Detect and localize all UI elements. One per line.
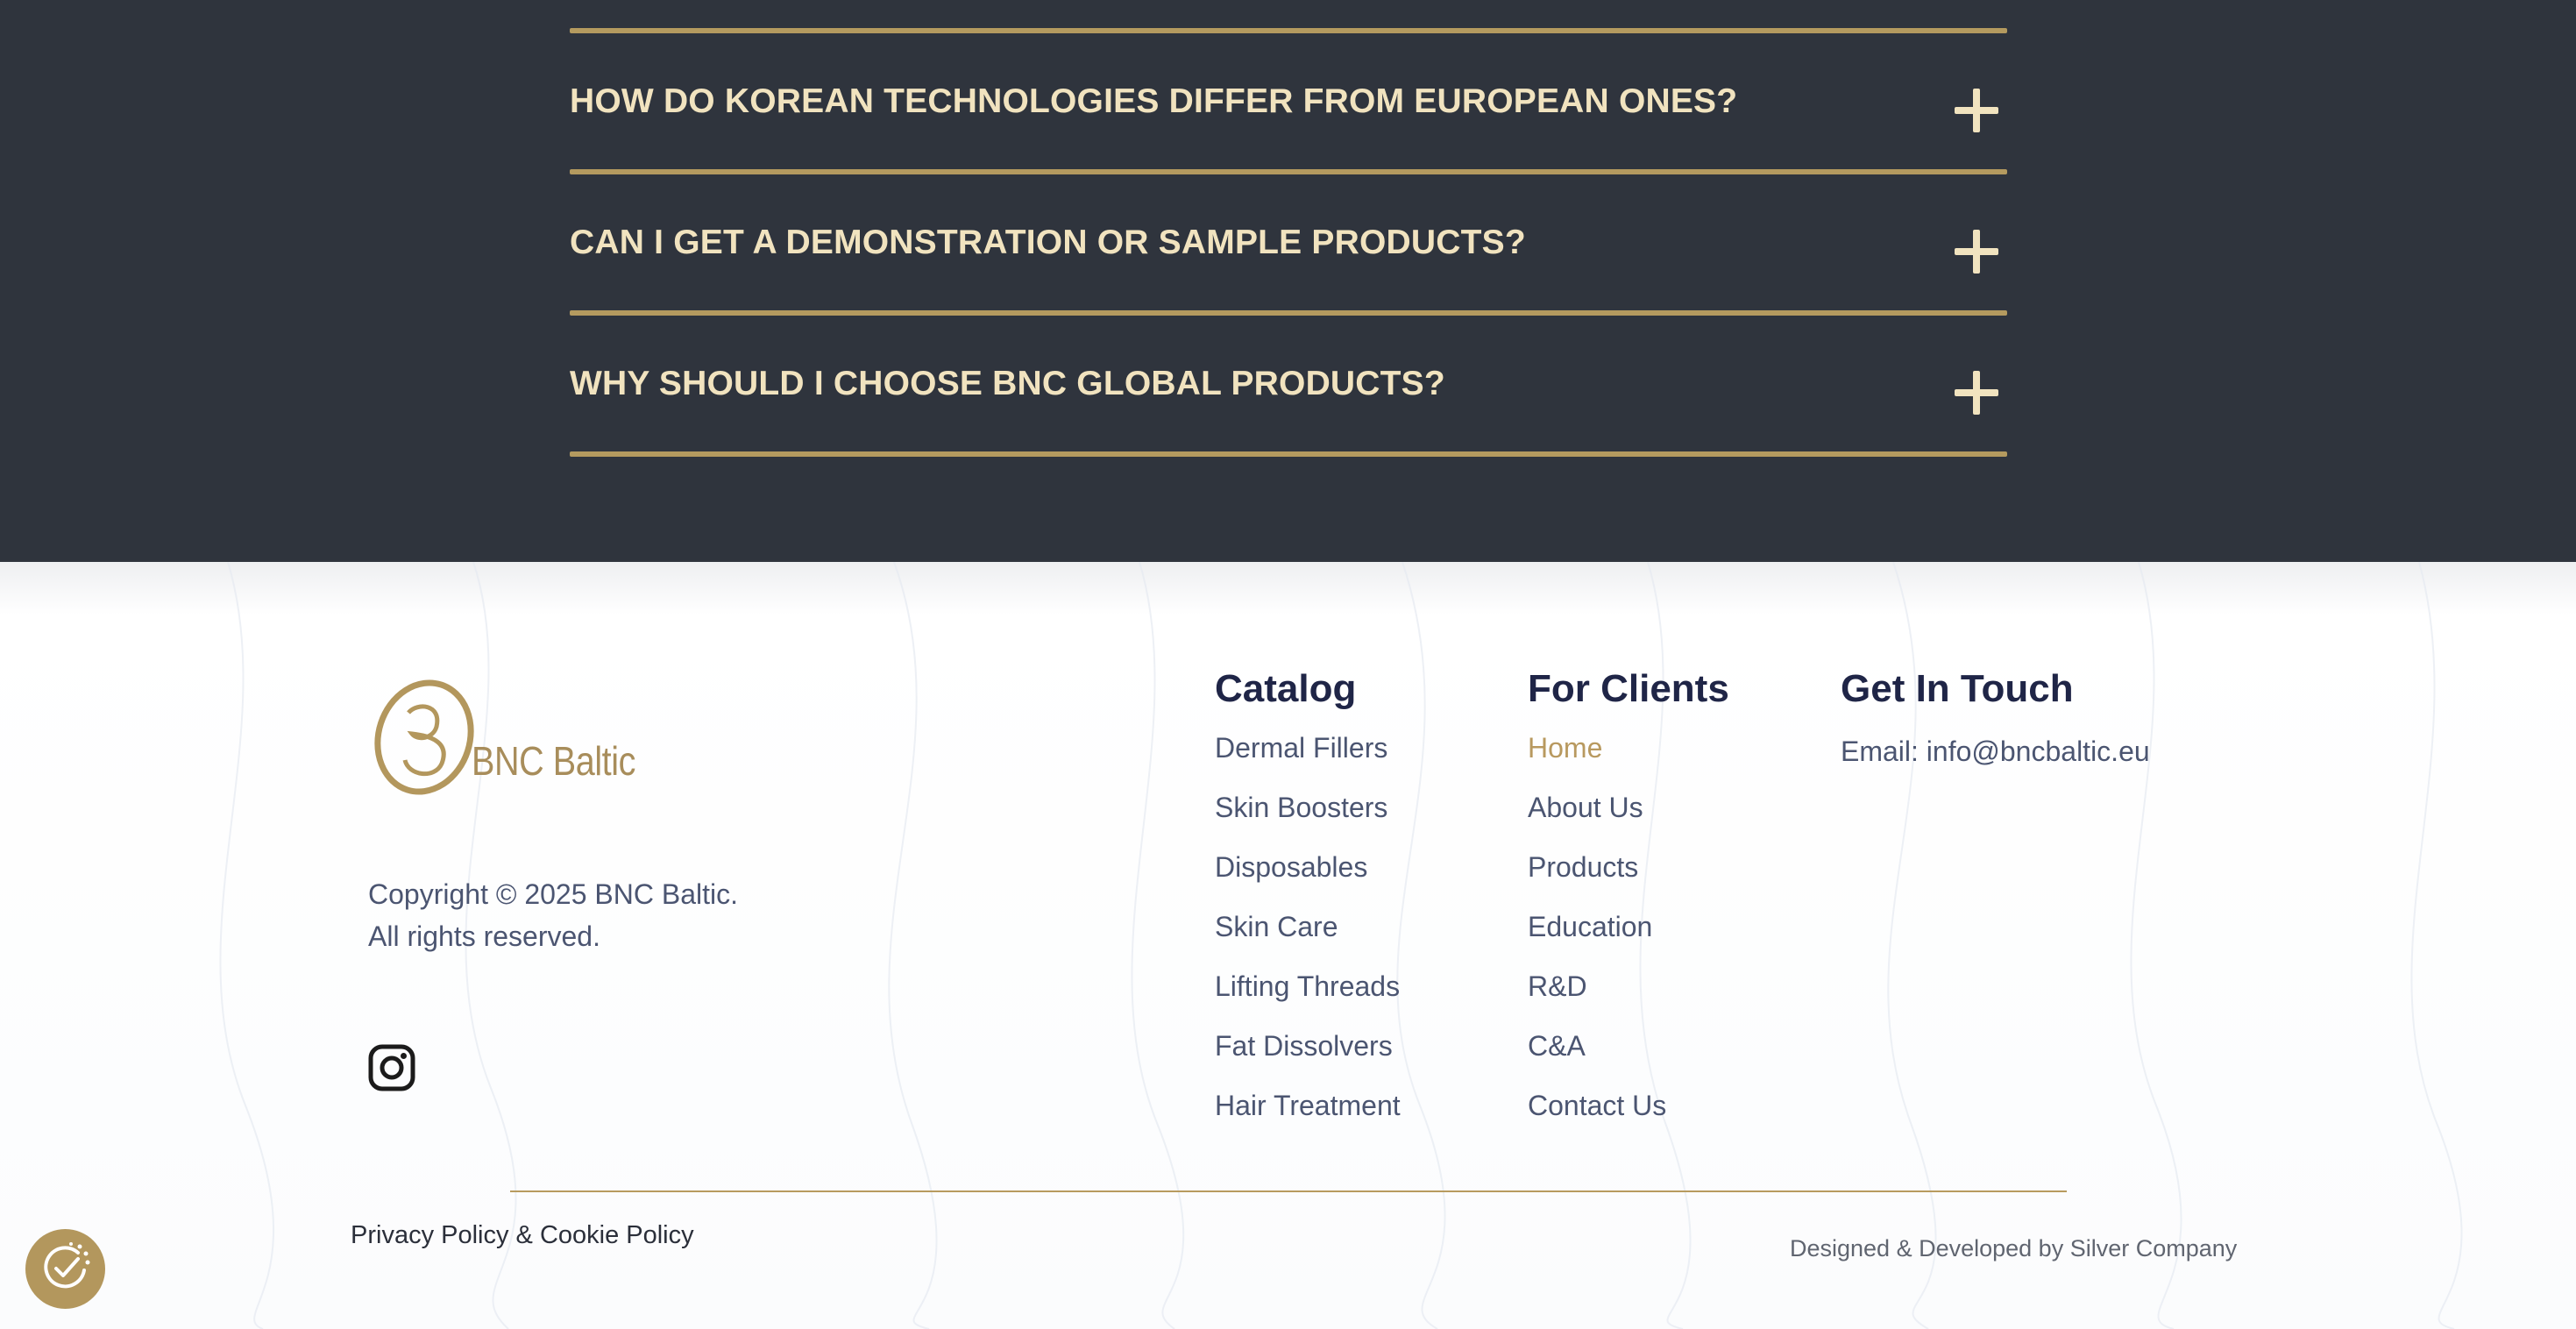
- instagram-icon[interactable]: [368, 1044, 415, 1091]
- cookie-consent-button[interactable]: [25, 1229, 105, 1309]
- faq-question[interactable]: WHY SHOULD I CHOOSE BNC GLOBAL PRODUCTS?: [570, 316, 1445, 451]
- footer-divider: [510, 1190, 2067, 1192]
- get-in-touch-heading: Get In Touch: [1841, 667, 2074, 710]
- copyright-line: All rights reserved.: [368, 920, 600, 952]
- for-clients-column: For Clients Home About Us Products Educa…: [1528, 667, 1729, 1153]
- faq-item[interactable]: HOW DO KOREAN TECHNOLOGIES DIFFER FROM E…: [570, 33, 2007, 169]
- for-clients-heading: For Clients: [1528, 667, 1729, 710]
- faq-question[interactable]: CAN I GET A DEMONSTRATION OR SAMPLE PROD…: [570, 174, 1526, 310]
- faq-item[interactable]: WHY SHOULD I CHOOSE BNC GLOBAL PRODUCTS?: [570, 316, 2007, 451]
- catalog-column: Catalog Dermal Fillers Skin Boosters Dis…: [1215, 667, 1401, 1153]
- faq-section: HOW DO KOREAN TECHNOLOGIES DIFFER FROM E…: [0, 0, 2576, 562]
- developer-credits: Designed & Developed by Silver Company: [1790, 1235, 2238, 1261]
- plus-icon[interactable]: [1955, 89, 1998, 132]
- faq-question[interactable]: HOW DO KOREAN TECHNOLOGIES DIFFER FROM E…: [570, 33, 1737, 169]
- nav-link-about-us[interactable]: About Us: [1528, 778, 1729, 837]
- logo-brand-text: BNC Baltic: [472, 738, 635, 784]
- catalog-link-hair-treatment[interactable]: Hair Treatment: [1215, 1076, 1401, 1135]
- bnc-logo-icon: [374, 679, 474, 795]
- catalog-link-skin-care[interactable]: Skin Care: [1215, 897, 1401, 956]
- cookie-consent-icon: [44, 1242, 90, 1289]
- nav-link-ca[interactable]: C&A: [1528, 1016, 1729, 1076]
- catalog-link-lifting-threads[interactable]: Lifting Threads: [1215, 956, 1401, 1016]
- faq-item[interactable]: CAN I GET A DEMONSTRATION OR SAMPLE PROD…: [570, 174, 2007, 310]
- catalog-heading: Catalog: [1215, 667, 1357, 710]
- nav-link-rd[interactable]: R&D: [1528, 956, 1729, 1016]
- email-link[interactable]: Email: info@bncbaltic.eu: [1841, 736, 2150, 767]
- privacy-policy-link[interactable]: Privacy Policy & Cookie Policy: [351, 1221, 694, 1250]
- catalog-link-skin-boosters[interactable]: Skin Boosters: [1215, 778, 1401, 837]
- faq-list: HOW DO KOREAN TECHNOLOGIES DIFFER FROM E…: [570, 28, 2007, 457]
- plus-icon[interactable]: [1955, 230, 1998, 274]
- site-footer: BNC Baltic Copyright © 2025 BNC Baltic. …: [0, 562, 2576, 1329]
- copyright-text: Copyright © 2025 BNC Baltic. All rights …: [368, 873, 894, 957]
- faq-divider: [570, 451, 2007, 457]
- catalog-link-disposables[interactable]: Disposables: [1215, 837, 1401, 897]
- catalog-link-dermal-fillers[interactable]: Dermal Fillers: [1215, 718, 1401, 778]
- nav-link-home[interactable]: Home: [1528, 718, 1729, 778]
- nav-link-education[interactable]: Education: [1528, 897, 1729, 956]
- plus-icon[interactable]: [1955, 371, 1998, 415]
- nav-link-products[interactable]: Products: [1528, 837, 1729, 897]
- catalog-link-fat-dissolvers[interactable]: Fat Dissolvers: [1215, 1016, 1401, 1076]
- bnc-baltic-logo[interactable]: BNC Baltic: [366, 678, 635, 796]
- nav-link-contact-us[interactable]: Contact Us: [1528, 1076, 1729, 1135]
- get-in-touch-column: Get In Touch Email: info@bncbaltic.eu: [1841, 667, 2150, 768]
- copyright-line: Copyright © 2025 BNC Baltic.: [368, 878, 738, 910]
